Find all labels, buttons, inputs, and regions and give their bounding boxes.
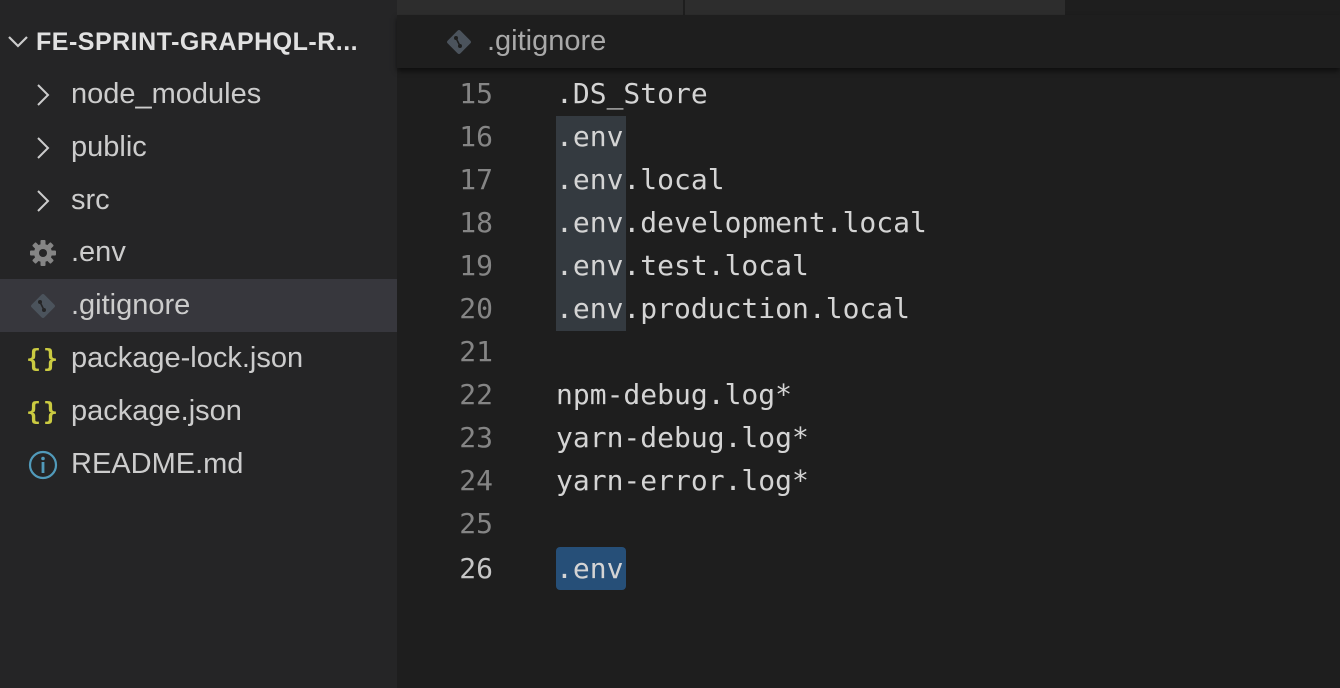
line-text: yarn-error.log*: [556, 464, 809, 497]
line-number: 26: [459, 552, 493, 585]
line-number: 18: [459, 206, 493, 239]
line-text: .env.test.local: [556, 249, 809, 282]
code-line: 22 npm-debug.log*: [397, 373, 1340, 416]
line-text: npm-debug.log*: [556, 378, 793, 411]
code-line: 23 yarn-debug.log*: [397, 416, 1340, 459]
line-text: .env: [556, 552, 624, 585]
explorer-project-header[interactable]: FE-SPRINT-GRAPHQL-R...: [0, 16, 397, 68]
tree-item-src[interactable]: src: [0, 174, 397, 227]
line-number: 23: [459, 421, 493, 454]
code-line: 19 .env.test.local: [397, 244, 1340, 287]
line-number: 21: [459, 335, 493, 368]
line-text: .env.local: [556, 163, 725, 196]
code-line: 15 .DS_Store: [397, 72, 1340, 115]
explorer-sidebar: FE-SPRINT-GRAPHQL-R... node_modules publ…: [0, 0, 397, 688]
project-title: FE-SPRINT-GRAPHQL-R...: [36, 27, 359, 56]
gear-icon: [22, 239, 64, 267]
line-number: 16: [459, 120, 493, 153]
chevron-right-icon: [22, 189, 64, 213]
code-line-active: 26 .env: [397, 547, 1340, 590]
line-text: .env.production.local: [556, 292, 911, 325]
tree-item-package-json[interactable]: {} package.json: [0, 385, 397, 438]
line-number: 17: [459, 163, 493, 196]
code-line: 16 .env: [397, 115, 1340, 158]
editor-tab[interactable]: [685, 0, 1065, 15]
line-number: 22: [459, 378, 493, 411]
code-line: 20 .env.production.local: [397, 287, 1340, 330]
code-line: 25: [397, 502, 1340, 545]
editor-tab[interactable]: [397, 0, 683, 15]
tree-item-env[interactable]: .env: [0, 226, 397, 279]
tree-item-label: public: [71, 131, 147, 163]
code-editor[interactable]: 15 .DS_Store 16 .env 17 .env.local 18 .e…: [397, 72, 1340, 688]
line-number: 15: [459, 77, 493, 110]
line-number: 19: [459, 249, 493, 282]
tree-item-label: node_modules: [71, 78, 262, 110]
json-braces-icon: {}: [25, 344, 61, 373]
line-text: .env.development.local: [556, 206, 927, 239]
line-text: .env: [556, 120, 624, 153]
code-line: 21: [397, 330, 1340, 373]
json-braces-icon: {}: [25, 397, 61, 426]
tree-item-gitignore[interactable]: .gitignore: [0, 279, 397, 332]
tree-item-label: .env: [71, 236, 126, 268]
editor-tab-bar: [397, 0, 1340, 15]
git-icon: [22, 292, 64, 320]
tree-item-label: README.md: [71, 448, 244, 480]
code-line: 17 .env.local: [397, 158, 1340, 201]
code-line: 24 yarn-error.log*: [397, 459, 1340, 502]
line-number: 25: [459, 507, 493, 540]
tree-item-readme-md[interactable]: README.md: [0, 438, 397, 491]
code-line: 18 .env.development.local: [397, 201, 1340, 244]
line-number: 20: [459, 292, 493, 325]
info-icon: [22, 450, 64, 480]
tree-item-node-modules[interactable]: node_modules: [0, 68, 397, 121]
git-icon: [443, 28, 475, 56]
line-text: yarn-debug.log*: [556, 421, 809, 454]
chevron-right-icon: [22, 83, 64, 107]
tree-item-label: .gitignore: [71, 289, 191, 321]
tree-item-public[interactable]: public: [0, 121, 397, 174]
chevron-down-icon[interactable]: [0, 35, 36, 49]
line-number: 24: [459, 464, 493, 497]
tree-item-label: package-lock.json: [71, 342, 304, 374]
line-text: .DS_Store: [556, 77, 708, 110]
chevron-right-icon: [22, 136, 64, 160]
breadcrumb: .gitignore: [397, 15, 1340, 68]
tree-item-label: src: [71, 184, 110, 216]
breadcrumb-file[interactable]: .gitignore: [487, 25, 606, 58]
tree-item-label: package.json: [71, 395, 242, 427]
tree-item-package-lock-json[interactable]: {} package-lock.json: [0, 332, 397, 385]
